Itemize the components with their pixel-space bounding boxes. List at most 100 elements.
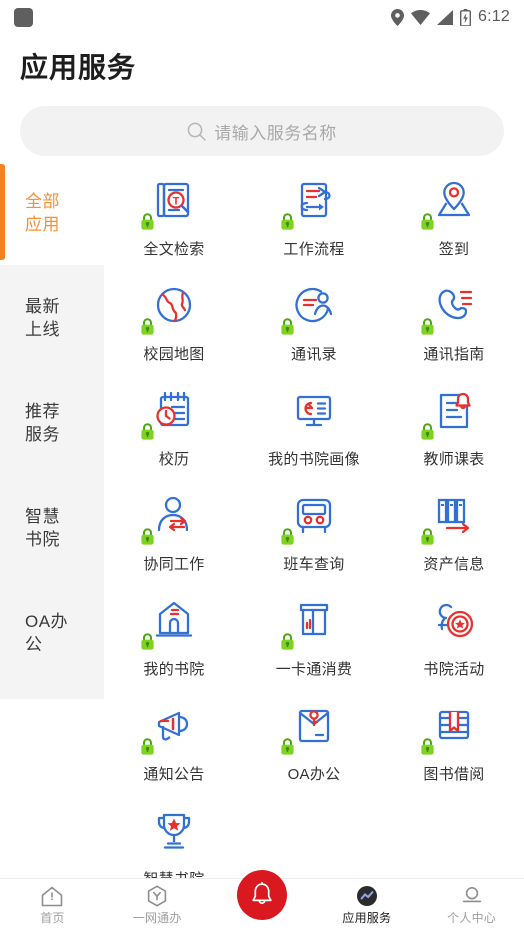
bottom-nav-item-profile[interactable]: 个人中心 xyxy=(419,879,524,932)
bottom-nav-label: 一网通办 xyxy=(132,911,182,925)
envelope-key-icon xyxy=(281,699,342,755)
globe-map-icon xyxy=(141,279,202,335)
app-tile-label: 校园地图 xyxy=(143,346,205,363)
app-tile[interactable]: 通知公告 xyxy=(104,693,244,798)
contacts-icon xyxy=(281,279,342,335)
search-placeholder: 请输入服务名称 xyxy=(214,123,337,143)
calendar-clock-icon xyxy=(141,384,202,440)
app-tile[interactable]: 资产信息 xyxy=(384,483,524,588)
app-grid-scroll[interactable]: T 全文检索 工作流程 签到校园地图 通讯录 通讯指南校历 我的书院画像 教师课表协同工作 班车… xyxy=(104,160,524,878)
schedule-bell-icon xyxy=(421,384,482,440)
app-tile-label: 工作流程 xyxy=(283,241,345,258)
sidebar-item-label-line1: 最新 xyxy=(25,296,60,316)
app-tile[interactable]: 图书借阅 xyxy=(384,693,524,798)
signal-icon xyxy=(437,9,454,25)
people-exchange-icon xyxy=(141,489,202,545)
wifi-icon xyxy=(411,9,431,25)
app-tile-label: 签到 xyxy=(438,241,470,258)
app-tile[interactable]: 协同工作 xyxy=(104,483,244,588)
bus-icon xyxy=(281,489,342,545)
page-title: 应用服务 xyxy=(20,52,137,83)
app-tile[interactable]: 智慧书院 xyxy=(104,798,244,878)
status-bar-clock: 6:12 xyxy=(478,8,510,25)
app-tile[interactable]: 通讯指南 xyxy=(384,273,524,378)
app-tile[interactable]: 签到 xyxy=(384,168,524,273)
notification-placeholder-icon xyxy=(14,7,33,27)
app-tile-label: 班车查询 xyxy=(283,556,345,573)
app-tile[interactable]: 我的书院画像 xyxy=(244,378,384,483)
app-tile[interactable]: 书院活动 xyxy=(384,588,524,693)
bottom-nav-item-app-services[interactable]: 应用服务 xyxy=(314,879,419,932)
category-sidebar: 全部 应用 最新 上线 推荐 服务 智慧 书院 OA办 公 xyxy=(0,160,104,878)
sidebar-item-smart-academy[interactable]: 智慧 书院 xyxy=(0,475,104,580)
app-tile-label: 全文检索 xyxy=(143,241,205,258)
monitor-profile-icon xyxy=(286,384,342,440)
status-bar: 6:12 xyxy=(0,0,524,34)
home-icon xyxy=(42,886,63,906)
search-input[interactable]: 请输入服务名称 xyxy=(20,106,504,156)
sidebar-item-label-line1: OA办 xyxy=(25,611,69,631)
sidebar-item-newest[interactable]: 最新 上线 xyxy=(0,265,104,370)
svg-text:T: T xyxy=(173,196,180,208)
app-tile[interactable]: 校园地图 xyxy=(104,273,244,378)
bottom-nav-fab-slot xyxy=(210,870,315,932)
app-tile[interactable]: 一卡通消费 xyxy=(244,588,384,693)
sidebar-item-all-apps[interactable]: 全部 应用 xyxy=(0,160,104,265)
app-tile-label: 我的书院画像 xyxy=(268,451,360,468)
app-tile-label: OA办公 xyxy=(287,766,341,783)
app-tile[interactable]: 班车查询 xyxy=(244,483,384,588)
app-tile-label: 通知公告 xyxy=(143,766,205,783)
app-grid: T 全文检索 工作流程 签到校园地图 通讯录 通讯指南校历 我的书院画像 教师课表协同工作 班车… xyxy=(104,160,524,878)
sidebar-item-label-line2: 公 xyxy=(25,634,43,654)
app-tile[interactable]: 教师课表 xyxy=(384,378,524,483)
chart-circle-icon xyxy=(356,886,377,906)
sidebar-item-label-line2: 应用 xyxy=(25,214,60,234)
search-icon xyxy=(187,122,206,141)
person-icon xyxy=(462,886,481,902)
hexagon-service-icon xyxy=(147,885,167,907)
app-tile-label: 校历 xyxy=(158,451,190,468)
app-tile-label: 教师课表 xyxy=(423,451,485,468)
app-tile[interactable]: 工作流程 xyxy=(244,168,384,273)
battery-charging-icon xyxy=(460,8,472,26)
building-icon xyxy=(141,594,202,650)
activity-badge-icon xyxy=(426,594,482,650)
bottom-nav-label: 应用服务 xyxy=(342,911,392,925)
app-tile[interactable]: 通讯录 xyxy=(244,273,384,378)
document-search-icon: T xyxy=(141,174,202,230)
sidebar-item-label-line1: 智慧 xyxy=(25,506,60,526)
sidebar-item-label-line1: 全部 xyxy=(25,191,60,211)
book-bookmark-icon xyxy=(421,699,482,755)
sidebar-item-recommended[interactable]: 推荐 服务 xyxy=(0,370,104,475)
bottom-navigation: 首页 一网通办 应用服务 个人中心 xyxy=(0,870,524,932)
app-tile[interactable]: 我的书院 xyxy=(104,588,244,693)
app-tile-label: 我的书院 xyxy=(143,661,205,678)
app-tile-label: 图书借阅 xyxy=(423,766,485,783)
app-tile[interactable]: 校历 xyxy=(104,378,244,483)
bottom-nav-label: 个人中心 xyxy=(447,910,496,925)
card-terminal-icon xyxy=(281,594,342,650)
phone-guide-icon xyxy=(421,279,482,335)
workflow-icon xyxy=(281,174,342,230)
app-tile-label: 通讯指南 xyxy=(423,346,485,363)
status-bar-left xyxy=(14,7,33,27)
trophy-icon xyxy=(146,804,202,860)
notification-fab-button[interactable] xyxy=(236,870,287,920)
status-bar-right: 6:12 xyxy=(391,8,510,26)
app-tile[interactable]: T 全文检索 xyxy=(104,168,244,273)
bottom-nav-label: 首页 xyxy=(40,910,65,925)
app-tile[interactable]: OA办公 xyxy=(244,693,384,798)
location-checkin-icon xyxy=(421,174,482,230)
sidebar-item-label-line2: 书院 xyxy=(25,529,60,549)
app-tile-label: 通讯录 xyxy=(291,346,337,363)
sidebar-item-label-line2: 服务 xyxy=(25,424,60,444)
app-tile-label: 智慧书院 xyxy=(143,868,204,878)
assets-arrow-icon xyxy=(421,489,482,545)
sidebar-item-oa-office[interactable]: OA办 公 xyxy=(0,580,104,685)
app-tile-label: 一卡通消费 xyxy=(275,661,353,678)
app-tile-label: 资产信息 xyxy=(423,556,485,573)
megaphone-icon xyxy=(141,699,202,755)
main-content: 全部 应用 最新 上线 推荐 服务 智慧 书院 OA办 公 T 全文检索 工作流程 签… xyxy=(0,160,524,878)
bottom-nav-item-one-net[interactable]: 一网通办 xyxy=(105,879,210,932)
bottom-nav-item-home[interactable]: 首页 xyxy=(0,879,105,932)
